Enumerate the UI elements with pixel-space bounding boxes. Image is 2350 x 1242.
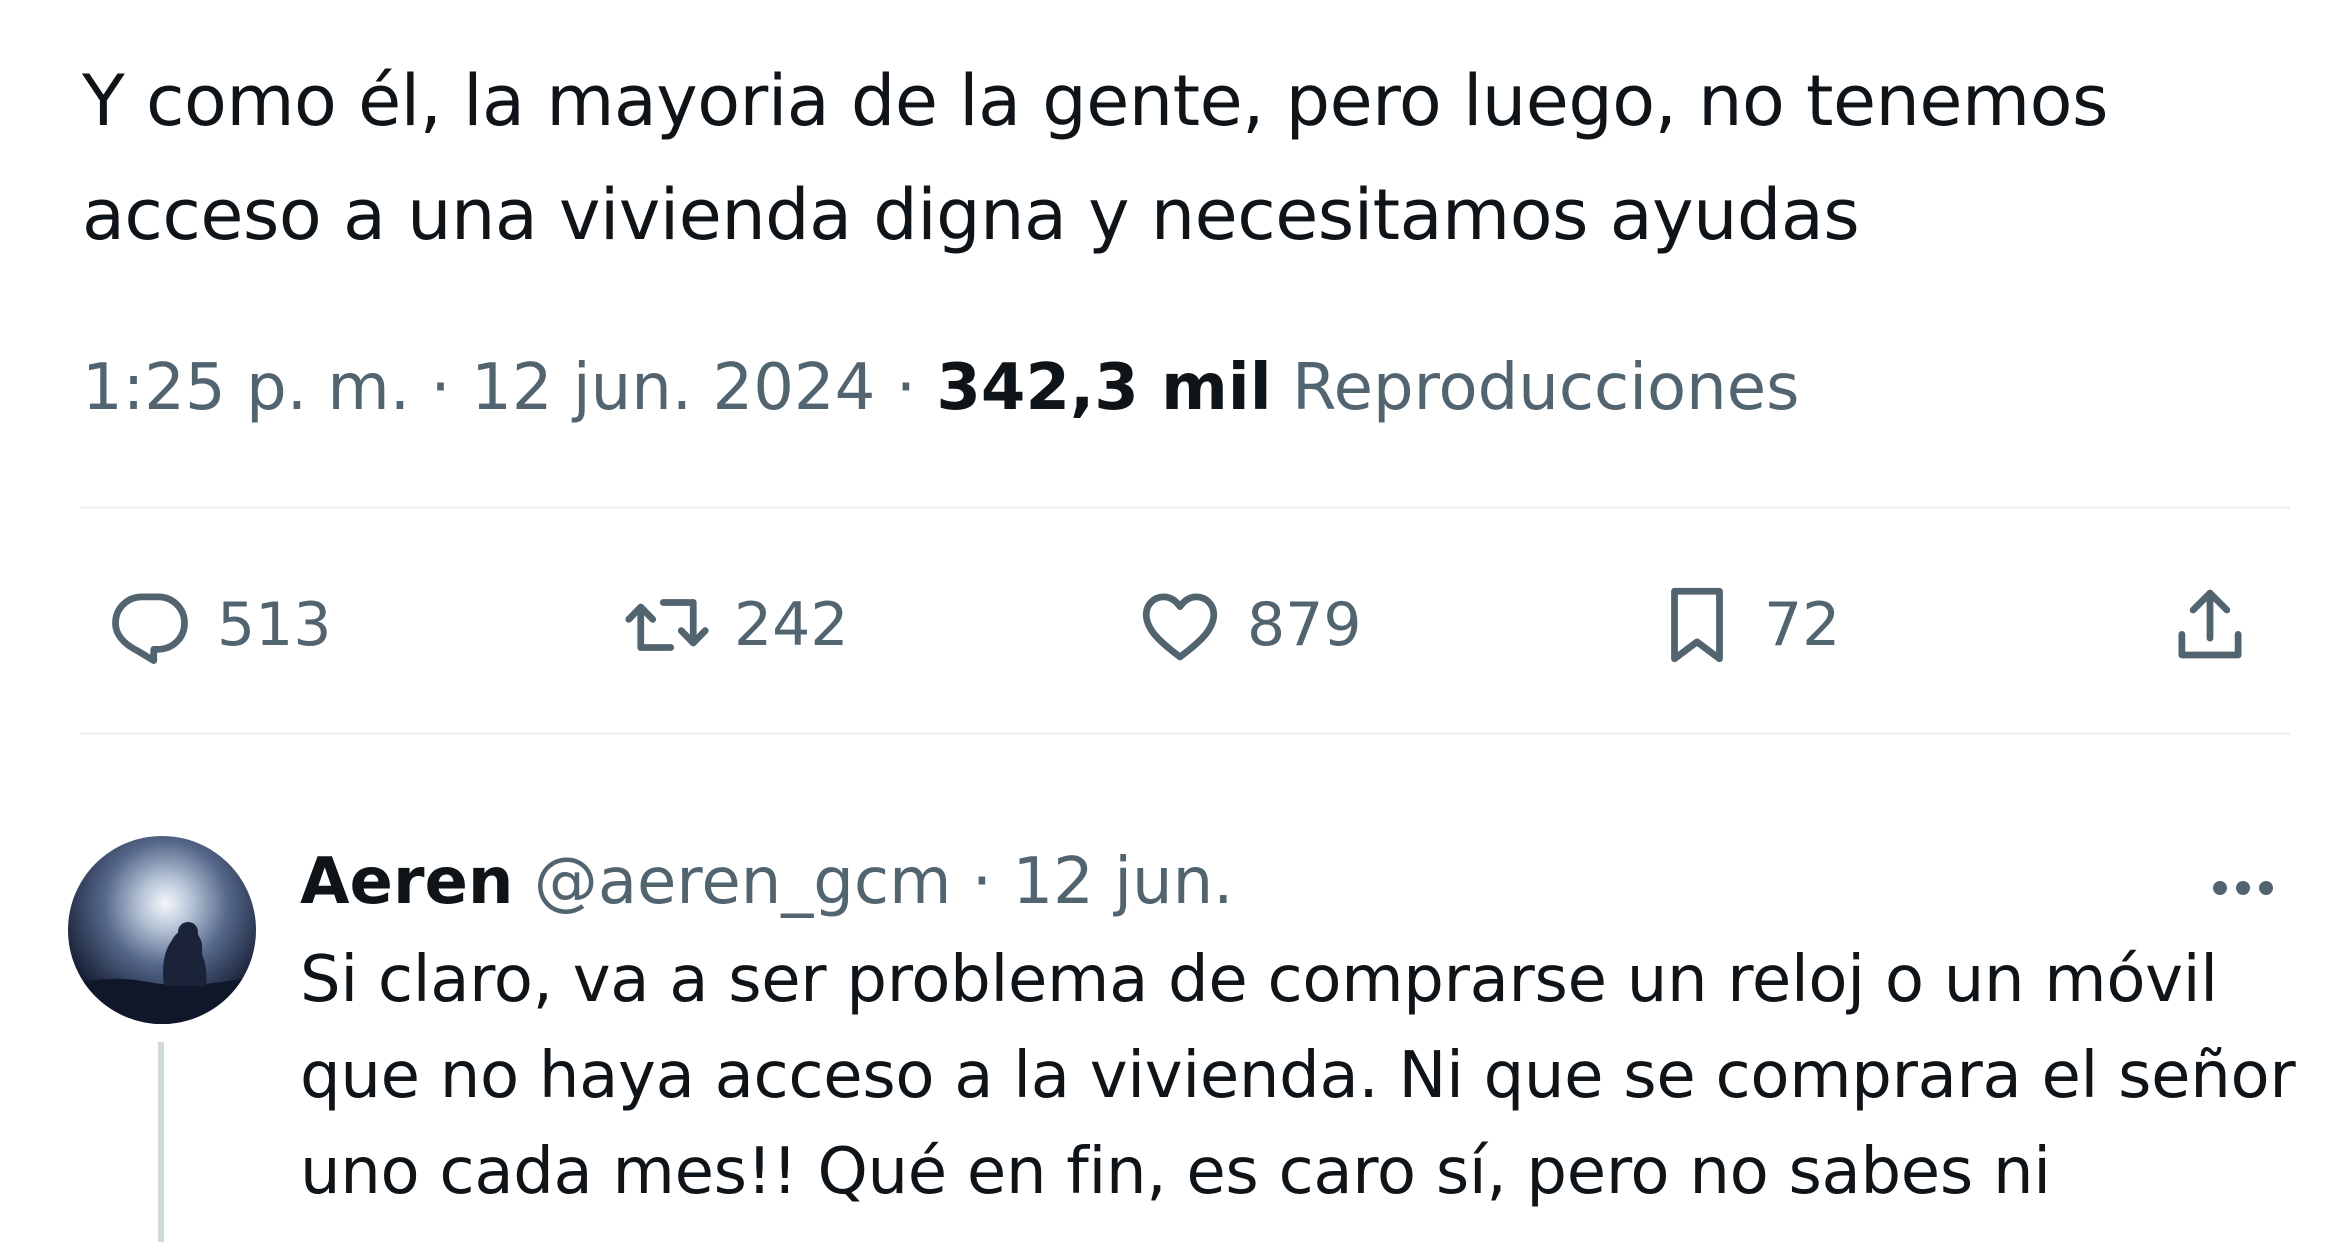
meta-separator: · bbox=[430, 351, 451, 425]
reply-count: 513 bbox=[217, 590, 332, 660]
bookmark-count: 72 bbox=[1764, 590, 1841, 660]
share-button[interactable] bbox=[2165, 580, 2255, 670]
thread-line bbox=[158, 1042, 164, 1242]
avatar-image bbox=[68, 836, 256, 1024]
divider bbox=[80, 506, 2290, 509]
like-count: 879 bbox=[1247, 590, 1362, 660]
tweet-time[interactable]: 1:25 p. m. bbox=[82, 351, 410, 425]
action-bar: 513 242 879 72 bbox=[0, 580, 2350, 670]
repost-icon bbox=[625, 599, 709, 651]
more-icon bbox=[2213, 881, 2273, 895]
meta-separator: · bbox=[895, 351, 917, 425]
reply-author-name[interactable]: Aeren bbox=[300, 845, 513, 919]
reply-icon bbox=[112, 593, 188, 664]
reply-button[interactable]: 513 bbox=[105, 580, 332, 670]
share-icon bbox=[2178, 589, 2242, 659]
views-label: Reproducciones bbox=[1292, 351, 1800, 425]
bookmark-button[interactable]: 72 bbox=[1652, 580, 1840, 670]
tweet-meta: 1:25 p. m. · 12 jun. 2024 · 342,3 mil Re… bbox=[82, 346, 1799, 430]
repost-button[interactable]: 242 bbox=[622, 580, 849, 670]
reply-date[interactable]: 12 jun. bbox=[1012, 845, 1233, 919]
reply-author-handle[interactable]: @aeren_gcm bbox=[534, 845, 952, 919]
meta-separator: · bbox=[971, 845, 993, 919]
reply-tweet[interactable]: Aeren @aeren_gcm · 12 jun. Si claro, va … bbox=[0, 820, 2350, 1242]
reply-header: Aeren @aeren_gcm · 12 jun. bbox=[300, 840, 1233, 924]
reply-text: Si claro, va a ser problema de comprarse… bbox=[300, 943, 2296, 1209]
views-count: 342,3 mil bbox=[936, 351, 1272, 425]
more-options-button[interactable] bbox=[2198, 858, 2288, 918]
repost-count: 242 bbox=[734, 590, 849, 660]
bookmark-icon bbox=[1671, 587, 1723, 663]
tweet-date[interactable]: 12 jun. 2024 bbox=[471, 351, 875, 425]
heart-icon bbox=[1142, 593, 1218, 661]
divider bbox=[80, 732, 2290, 735]
avatar[interactable] bbox=[68, 836, 256, 1024]
like-button[interactable]: 879 bbox=[1135, 580, 1362, 670]
tweet-text: Y como él, la mayoria de la gente, pero … bbox=[82, 60, 2108, 256]
